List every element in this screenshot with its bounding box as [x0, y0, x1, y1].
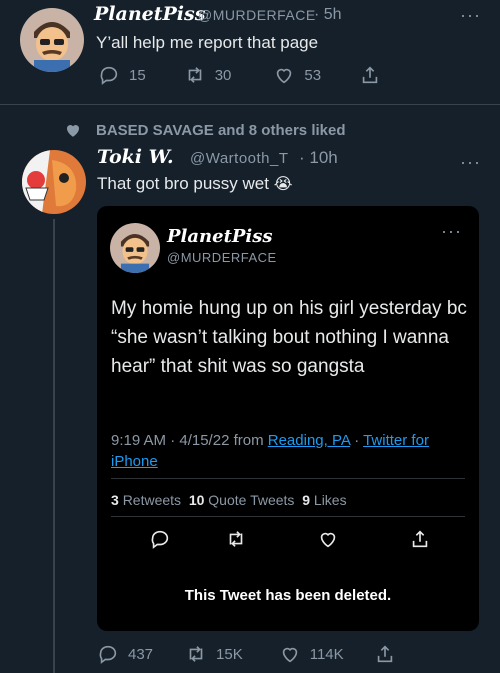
heart-filled-icon	[66, 124, 80, 137]
tweet-actions: 437 15K 114K	[97, 643, 396, 665]
cartoon-face-avatar-image	[20, 8, 84, 72]
quotes-count: 10	[188, 492, 205, 508]
likes-label: Likes	[313, 492, 347, 508]
embedded-tweet-text: My homie hung up on his girl yesterday b…	[111, 298, 467, 377]
retweets-label: Retweets	[122, 492, 182, 508]
reply-count: 15	[129, 66, 146, 84]
retweet-icon	[189, 646, 203, 662]
like-button[interactable]: 53	[273, 64, 321, 86]
reply-icon	[100, 66, 118, 85]
like-count: 114K	[309, 645, 344, 663]
crying-emoji: 😭	[273, 176, 293, 193]
tweet-actions: 15 30 53	[98, 64, 381, 86]
like-count: 53	[304, 66, 322, 84]
divider	[111, 516, 465, 517]
reply-icon	[149, 528, 171, 550]
tweet-text-body: That got bro pussy wet	[97, 174, 269, 193]
retweet-icon	[225, 528, 247, 550]
handle[interactable]: @MURDERFACE	[198, 7, 316, 23]
embedded-tweet-meta: 9:19 AM · 4/15/22 from Reading, PA · Twi…	[111, 430, 461, 472]
heart-icon	[277, 68, 292, 84]
reply-icon	[99, 645, 117, 664]
more-options-icon: ···	[441, 221, 462, 241]
more-options-icon[interactable]: ···	[460, 153, 481, 171]
embedded-tweet-image[interactable]: PlanetPiss @MURDERFACE ··· My homie hung…	[97, 206, 479, 631]
timestamp[interactable]: · 5h	[314, 6, 342, 24]
heart-icon	[317, 528, 339, 550]
reply-button[interactable]: 15	[98, 64, 146, 86]
social-context-text: BASED SAVAGE and 8 others liked	[96, 121, 346, 139]
reply-count: 437	[128, 645, 154, 663]
embedded-tweet-actions	[149, 528, 431, 550]
deleted-notice: This Tweet has been deleted.	[184, 587, 392, 604]
timestamp[interactable]: · 10h	[299, 148, 338, 168]
retweet-count: 15K	[216, 645, 243, 663]
retweet-button[interactable]: 15K	[185, 643, 243, 665]
meta-dot: ·	[350, 432, 364, 449]
share-icon	[409, 528, 431, 550]
embedded-tweet-stats: 3 Retweets 10 Quote Tweets 9 Likes	[111, 492, 347, 508]
retweets-count: 3	[111, 492, 119, 508]
divider	[111, 478, 465, 479]
likes-count: 9	[302, 492, 311, 508]
divider	[0, 104, 500, 105]
heart-icon	[282, 647, 297, 663]
avatar[interactable]	[22, 150, 86, 214]
share-button[interactable]	[359, 64, 381, 86]
location-link: Reading, PA	[267, 432, 351, 449]
cartoon-face-avatar-image	[110, 223, 160, 273]
cartoon-character-avatar-image	[22, 150, 86, 214]
display-name[interactable]: Toki W.	[97, 146, 174, 168]
retweet-button[interactable]: 30	[184, 64, 232, 86]
display-name[interactable]: PlanetPiss	[94, 3, 205, 25]
more-options-icon[interactable]: ···	[460, 6, 481, 24]
share-icon	[377, 645, 392, 663]
avatar[interactable]	[20, 8, 84, 72]
display-name: PlanetPiss	[167, 226, 273, 247]
like-button[interactable]: 114K	[279, 643, 344, 665]
tweet-2[interactable]: Toki W. @Wartooth_T · 10h ··· That got b…	[0, 140, 500, 673]
handle[interactable]: @Wartooth_T	[190, 150, 289, 167]
handle: @MURDERFACE	[167, 250, 277, 265]
share-button[interactable]	[374, 643, 396, 665]
retweet-icon	[188, 67, 202, 83]
avatar	[110, 223, 160, 273]
share-icon	[362, 66, 378, 84]
retweet-count: 30	[214, 66, 232, 84]
tweet-text: That got bro pussy wet 😭	[97, 174, 292, 194]
embedded-timestamp: 9:19 AM · 4/15/22 from	[111, 432, 268, 449]
tweet-1[interactable]: PlanetPiss @MURDERFACE · 5h ··· Y’all he…	[0, 0, 500, 104]
social-context[interactable]: BASED SAVAGE and 8 others liked	[64, 120, 346, 140]
tweet-text: Y’all help me report that page	[96, 33, 319, 52]
reply-button[interactable]: 437	[97, 643, 153, 665]
quotes-label: Quote Tweets	[208, 492, 295, 508]
